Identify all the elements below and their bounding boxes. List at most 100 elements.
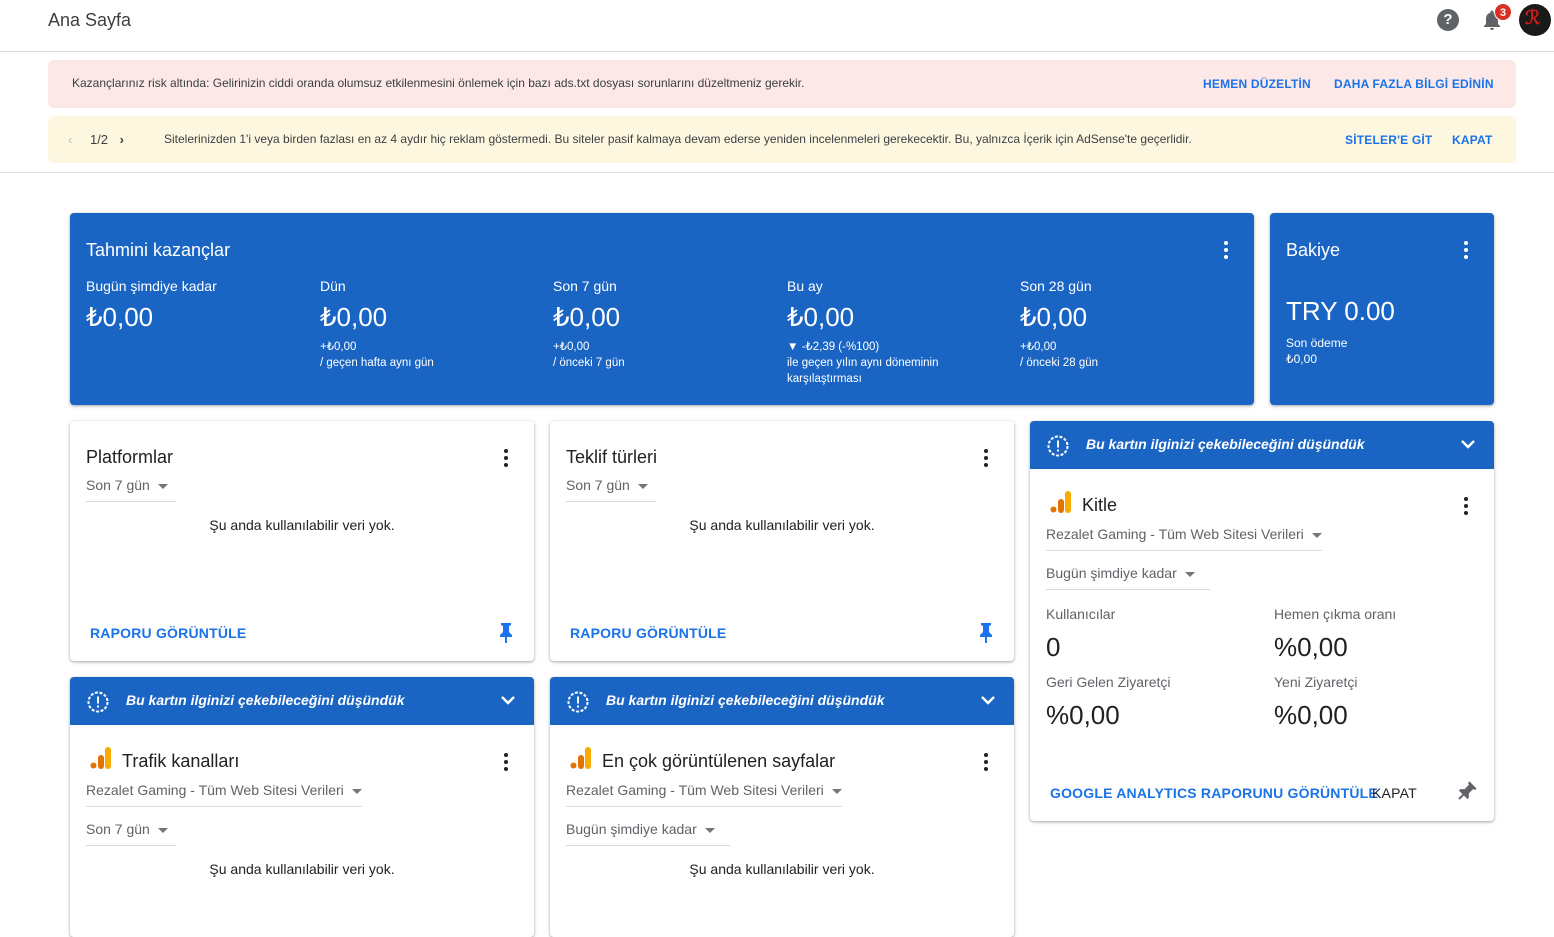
google-analytics-icon — [90, 747, 111, 769]
account-avatar[interactable]: ℛ — [1519, 4, 1551, 36]
dropdown-caret-icon — [157, 483, 168, 489]
suggestion-header[interactable]: Bu kartın ilginizi çekebileceğini düşünd… — [550, 677, 1014, 725]
range-dropdown[interactable]: Bugün şimdiye kadar — [1046, 565, 1210, 590]
range-dropdown[interactable]: Son 7 gün — [86, 821, 176, 846]
stat-value: ₺0,00 — [787, 302, 855, 332]
balance-more-icon[interactable] — [1463, 241, 1469, 259]
platforms-card: Platformlar Son 7 gün Şu anda kullanılab… — [70, 421, 534, 661]
suggestion-header[interactable]: Bu kartın ilginizi çekebileceğini düşünd… — [70, 677, 534, 725]
no-data-message: Şu anda kullanılabilir veri yok. — [689, 861, 875, 877]
dropdown-value: Rezalet Gaming - Tüm Web Sitesi Verileri — [1046, 526, 1304, 542]
stat-comparison: / önceki 7 gün — [553, 357, 625, 369]
divider — [0, 172, 1554, 173]
pager-count: 1/2 — [89, 132, 109, 147]
stat-last-28-days: Son 28 gün ₺0,00 +₺0,00 / önceki 28 gün — [1020, 278, 1240, 371]
stat-comparison: ile geçen yılın aynı döneminin karşılaşt… — [787, 357, 939, 385]
dropdown-caret-icon — [1311, 532, 1322, 538]
metric-returning-visitor: Geri Gelen Ziyaretçi %0,00 — [1046, 674, 1170, 731]
chevron-down-icon[interactable] — [980, 694, 996, 706]
balance-title: Bakiye — [1286, 240, 1341, 260]
view-report-link[interactable]: RAPORU GÖRÜNTÜLE — [570, 625, 726, 641]
suggestion-header[interactable]: Bu kartın ilginizi çekebileceğini düşünd… — [1030, 421, 1494, 469]
platforms-range-dropdown[interactable]: Son 7 gün — [86, 477, 176, 502]
metric-label: Geri Gelen Ziyaretçi — [1046, 674, 1171, 690]
last-payment-value: ₺0,00 — [1286, 352, 1317, 366]
dropdown-caret-icon — [157, 827, 168, 833]
view-report-link[interactable]: RAPORU GÖRÜNTÜLE — [90, 625, 246, 641]
metric-new-visitor: Yeni Ziyaretçi %0,00 — [1274, 674, 1358, 731]
stat-change: +₺0,00 — [1020, 341, 1057, 353]
suggestion-text: Bu kartın ilginizi çekebileceğini düşünd… — [1086, 436, 1365, 452]
no-data-message: Şu anda kullanılabilir veri yok. — [689, 517, 875, 533]
help-icon[interactable]: ? — [1437, 9, 1459, 31]
avatar-logo-icon: ℛ — [1525, 7, 1541, 29]
learn-more-button[interactable]: DAHA FAZLA BİLGİ EDİNİN — [1334, 77, 1494, 91]
balance-card: Bakiye TRY 0.00 Son ödeme ₺0,00 — [1270, 213, 1494, 405]
top-pages-title: En çok görüntülenen sayfalar — [602, 751, 836, 771]
pin-icon[interactable] — [498, 623, 514, 643]
suggestion-badge-icon — [1047, 435, 1069, 457]
metric-value: %0,00 — [1046, 700, 1120, 730]
no-data-message: Şu anda kullanılabilir veri yok. — [209, 517, 395, 533]
metric-value: 0 — [1046, 632, 1061, 662]
dropdown-value: Rezalet Gaming - Tüm Web Sitesi Verileri — [86, 782, 344, 798]
platforms-title: Platformlar — [86, 447, 174, 467]
pin-icon[interactable] — [978, 623, 994, 643]
earnings-title: Tahmini kazançlar — [86, 240, 231, 260]
range-dropdown[interactable]: Bugün şimdiye kadar — [566, 821, 730, 846]
offer-types-range-dropdown[interactable]: Son 7 gün — [566, 477, 656, 502]
go-to-sites-button[interactable]: SİTELER'E GİT — [1345, 133, 1432, 147]
ads-txt-alert-message: Kazançlarınız risk altında: Gelirinizin … — [72, 76, 805, 90]
dismiss-alert-button[interactable]: KAPAT — [1452, 133, 1493, 147]
property-dropdown[interactable]: Rezalet Gaming - Tüm Web Sitesi Verileri — [1046, 526, 1322, 551]
platforms-more-icon[interactable] — [503, 449, 509, 467]
stat-change: +₺0,00 — [320, 341, 357, 353]
traffic-more-icon[interactable] — [503, 753, 509, 771]
property-dropdown[interactable]: Rezalet Gaming - Tüm Web Sitesi Verileri — [86, 782, 362, 807]
audience-card: Bu kartın ilginizi çekebileceğini düşünd… — [1030, 421, 1494, 821]
dropdown-value: Bugün şimdiye kadar — [566, 821, 697, 837]
stat-label: Bu ay — [787, 278, 823, 294]
fix-now-button[interactable]: HEMEN DÜZELTİN — [1203, 77, 1311, 91]
stat-yesterday: Dün ₺0,00 +₺0,00 / geçen hafta aynı gün — [320, 278, 540, 371]
no-data-message: Şu anda kullanılabilir veri yok. — [209, 861, 395, 877]
stat-comparison: / geçen hafta aynı gün — [320, 357, 434, 369]
top-bar: Ana Sayfa ? 3 ℛ — [0, 0, 1554, 52]
offer-types-card: Teklif türleri Son 7 gün Şu anda kullanı… — [550, 421, 1014, 661]
stat-label: Dün — [320, 278, 346, 294]
property-dropdown[interactable]: Rezalet Gaming - Tüm Web Sitesi Verileri — [566, 782, 842, 807]
metric-label: Yeni Ziyaretçi — [1274, 674, 1358, 690]
metric-label: Hemen çıkma oranı — [1274, 606, 1397, 622]
balance-value: TRY 0.00 — [1286, 296, 1395, 326]
stat-label: Son 28 gün — [1020, 278, 1092, 294]
stat-value: ₺0,00 — [553, 302, 621, 332]
pin-icon[interactable] — [1453, 779, 1478, 804]
ads-txt-alert: Kazançlarınız risk altında: Gelirinizin … — [48, 60, 1516, 108]
metric-users: Kullanıcılar 0 — [1046, 606, 1115, 663]
chevron-down-icon[interactable] — [500, 694, 516, 706]
page-title: Ana Sayfa — [48, 10, 132, 30]
estimated-earnings-card: Tahmini kazançlar Bugün şimdiye kadar ₺0… — [70, 213, 1254, 405]
stat-today: Bugün şimdiye kadar ₺0,00 — [86, 278, 306, 333]
pager-prev-icon[interactable]: ‹ — [68, 132, 72, 147]
metric-value: %0,00 — [1274, 632, 1348, 662]
stat-value: ₺0,00 — [86, 302, 154, 332]
dropdown-caret-icon — [704, 827, 715, 833]
top-pages-more-icon[interactable] — [983, 753, 989, 771]
pager-next-icon[interactable]: › — [120, 132, 124, 147]
offer-types-more-icon[interactable] — [983, 449, 989, 467]
metric-bounce-rate: Hemen çıkma oranı %0,00 — [1274, 606, 1396, 663]
view-analytics-report-link[interactable]: GOOGLE ANALYTICS RAPORUNU GÖRÜNTÜLE — [1050, 785, 1378, 801]
dropdown-value: Son 7 gün — [86, 477, 150, 493]
close-card-button[interactable]: KAPAT — [1372, 785, 1417, 801]
metric-value: %0,00 — [1274, 700, 1348, 730]
dropdown-caret-icon — [831, 788, 842, 794]
earnings-more-icon[interactable] — [1223, 241, 1229, 259]
dropdown-caret-icon — [637, 483, 648, 489]
stat-value: ₺0,00 — [1020, 302, 1088, 332]
stat-last-7-days: Son 7 gün ₺0,00 +₺0,00 / önceki 7 gün — [553, 278, 773, 371]
google-analytics-icon — [1050, 491, 1071, 513]
dropdown-value: Bugün şimdiye kadar — [1046, 565, 1177, 581]
audience-more-icon[interactable] — [1463, 497, 1469, 515]
chevron-down-icon[interactable] — [1460, 438, 1476, 450]
